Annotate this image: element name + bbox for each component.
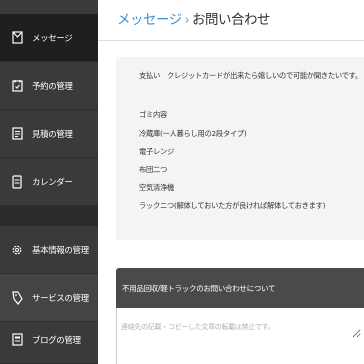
sidebar-item-label: カレンダー (32, 177, 73, 188)
message-line: 空気清浄機 (139, 183, 174, 192)
blog-icon (11, 333, 23, 347)
sidebar: メッセージ 予約の管理 見積の管理 カレンダー 基本情報の管理 サービスの管理 (0, 0, 98, 364)
sidebar-item-services[interactable]: サービスの管理 (0, 274, 98, 322)
sidebar-item-label: メッセージ (32, 33, 73, 44)
message-line: ゴミ内容 (139, 110, 167, 119)
message-line: 冷蔵庫(一人暮らし用の2段タイプ) (139, 129, 247, 138)
sidebar-item-estimates[interactable]: 見積の管理 (0, 110, 98, 158)
sidebar-item-label: 予約の管理 (32, 81, 73, 92)
message-bubble: 支払い クレジットカードが出来たら嬉しいので可能か聞きたいです。 ゴミ内容 冷蔵… (116, 57, 364, 240)
page-title: お問い合わせ (192, 12, 271, 28)
breadcrumb: メッセージ › お問い合わせ (117, 8, 271, 28)
breadcrumb-messages-link[interactable]: メッセージ (117, 12, 182, 28)
message-line: ラックニつ(解体しておいた方が良ければ解体しておきます) (139, 201, 326, 210)
sidebar-item-basic-info[interactable]: 基本情報の管理 (0, 226, 98, 274)
main-content: メッセージ › お問い合わせ 支払い クレジットカードが出来たら嬉しいので可能か聞き… (98, 0, 364, 364)
message-line: 支払い クレジットカードが出来たら嬉しいので可能か聞きたいです。 (139, 71, 362, 80)
sidebar-item-reservations[interactable]: 予約の管理 (0, 62, 98, 110)
header-divider (98, 40, 364, 41)
sidebar-item-calendar[interactable]: カレンダー (0, 158, 98, 206)
message-icon (11, 31, 23, 45)
sidebar-item-label: 見積の管理 (32, 129, 73, 140)
sidebar-item-label: ブログの管理 (32, 335, 81, 346)
estimate-icon (11, 127, 23, 141)
message-line: 布団二つ (139, 165, 167, 174)
reservation-icon (11, 79, 23, 93)
sidebar-divider (0, 206, 98, 226)
sidebar-item-label: サービスの管理 (32, 293, 89, 304)
sidebar-item-blog[interactable]: ブログの管理 (0, 316, 98, 364)
settings-icon (11, 243, 23, 257)
reply-header: 不用品回収/軽トラックのお問い合わせについて (116, 268, 364, 308)
sidebar-item-messages[interactable]: メッセージ (0, 14, 98, 62)
message-line: 電子レンジ (139, 147, 174, 156)
reply-input[interactable] (121, 322, 361, 338)
sidebar-item-label: 基本情報の管理 (32, 245, 89, 256)
breadcrumb-separator: › (184, 13, 190, 27)
tag-icon (11, 290, 23, 305)
calendar-icon (11, 174, 23, 189)
reply-box (116, 308, 364, 364)
